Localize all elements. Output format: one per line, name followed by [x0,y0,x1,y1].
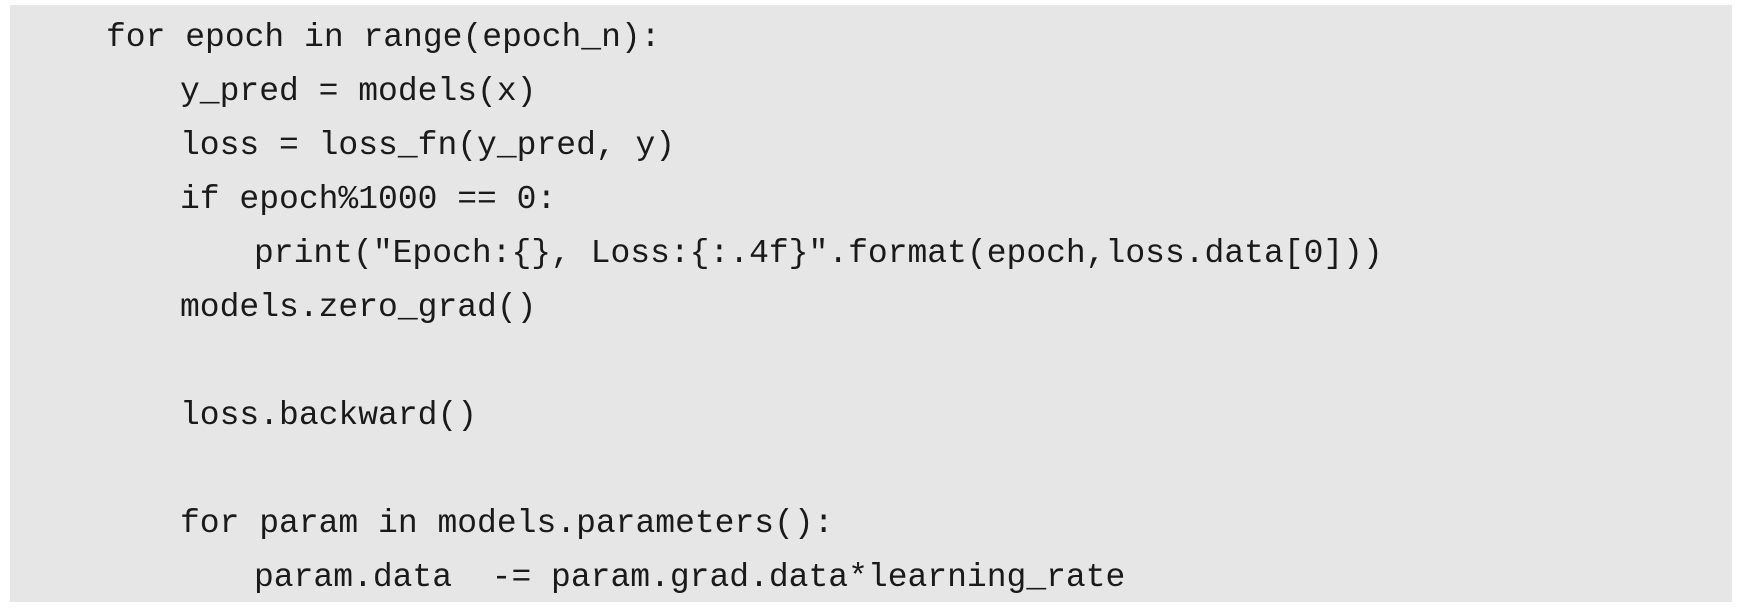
code-block: for epoch in range(epoch_n): y_pred = mo… [10,5,1732,602]
code-line-y-pred: y_pred = models(x) [180,73,537,110]
code-line-for-epoch: for epoch in range(epoch_n): [106,19,661,56]
code-line-zero-grad: models.zero_grad() [180,289,537,326]
code-line-if-epoch: if epoch%1000 == 0: [180,181,557,218]
code-line-print: print("Epoch:{}, Loss:{:.4f}".format(epo… [254,235,1383,272]
code-line-for-param: for param in models.parameters(): [180,505,834,542]
code-line-param-update: param.data -= param.grad.data*learning_r… [254,559,1126,596]
code-line-loss: loss = loss_fn(y_pred, y) [180,127,676,164]
code-line-blank-2 [10,443,180,497]
code-line-backward: loss.backward() [180,397,478,434]
code-line-blank-1 [10,335,180,389]
